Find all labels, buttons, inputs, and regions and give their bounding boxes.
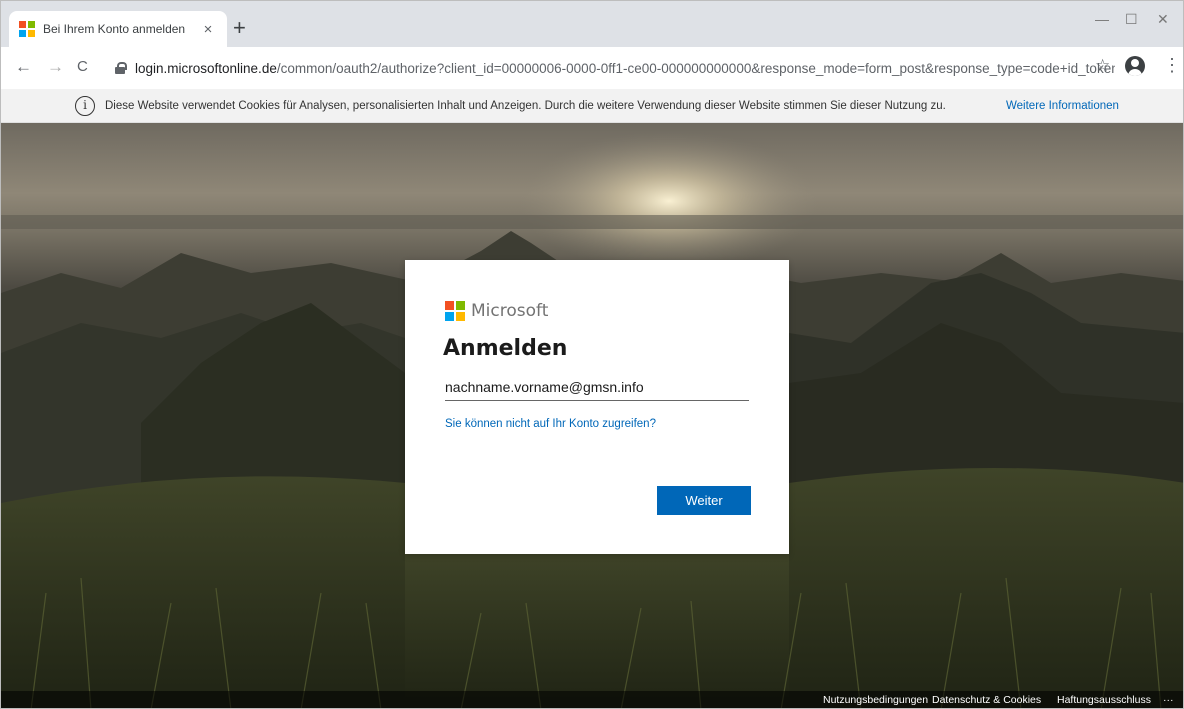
lock-icon[interactable] <box>115 62 127 74</box>
back-icon[interactable]: ← <box>15 57 32 77</box>
address-bar[interactable]: login.microsoftonline.de/common/oauth2/a… <box>105 53 1115 83</box>
signin-card: Microsoft Anmelden Sie können nicht auf … <box>405 260 789 554</box>
terms-link[interactable]: Nutzungsbedingungen <box>823 694 928 706</box>
new-tab-button[interactable]: + <box>233 17 246 39</box>
url-path: /common/oauth2/authorize?client_id=00000… <box>276 60 1115 76</box>
more-options-icon[interactable]: ··· <box>1163 694 1174 706</box>
microsoft-logo-icon <box>445 301 465 321</box>
privacy-cookies-link[interactable]: Datenschutz & Cookies <box>932 694 1041 706</box>
browser-tab[interactable]: Bei Ihrem Konto anmelden × <box>9 11 227 47</box>
microsoft-logo: Microsoft <box>445 301 548 321</box>
disclaimer-link[interactable]: Haftungsausschluss <box>1057 694 1151 706</box>
minimize-icon[interactable]: — <box>1095 11 1109 27</box>
cookie-banner: i Diese Website verwendet Cookies für An… <box>1 89 1183 123</box>
browser-window: Bei Ihrem Konto anmelden × + — ☐ ✕ ← → C… <box>0 0 1184 709</box>
microsoft-wordmark: Microsoft <box>471 301 549 321</box>
forward-icon[interactable]: → <box>47 57 64 77</box>
microsoft-favicon-icon <box>19 21 35 37</box>
info-icon: i <box>75 96 95 116</box>
profile-avatar-icon[interactable] <box>1125 56 1145 76</box>
browser-toolbar: ← → C login.microsoftonline.de/common/oa… <box>1 47 1183 89</box>
tab-title: Bei Ihrem Konto anmelden <box>43 22 186 36</box>
reload-icon[interactable]: C <box>77 57 88 77</box>
cookie-banner-text: Diese Website verwendet Cookies für Anal… <box>105 100 946 112</box>
close-window-icon[interactable]: ✕ <box>1157 11 1169 28</box>
page-title: Anmelden <box>443 336 568 361</box>
tab-strip: Bei Ihrem Konto anmelden × + — ☐ ✕ <box>1 1 1183 47</box>
url-host: login.microsoftonline.de <box>135 60 277 76</box>
bookmark-star-icon[interactable]: ☆ <box>1095 56 1110 76</box>
email-field[interactable] <box>445 373 749 401</box>
maximize-icon[interactable]: ☐ <box>1125 11 1138 28</box>
cant-access-account-link[interactable]: Sie können nicht auf Ihr Konto zugreifen… <box>445 418 656 430</box>
url-text[interactable]: login.microsoftonline.de/common/oauth2/a… <box>135 61 1115 76</box>
tab-close-icon[interactable]: × <box>199 21 217 38</box>
more-info-link[interactable]: Weitere Informationen <box>1006 100 1119 112</box>
page-footer: Nutzungsbedingungen Datenschutz & Cookie… <box>1 691 1183 708</box>
browser-menu-icon[interactable]: ⋮ <box>1163 55 1181 76</box>
next-button[interactable]: Weiter <box>657 486 751 515</box>
